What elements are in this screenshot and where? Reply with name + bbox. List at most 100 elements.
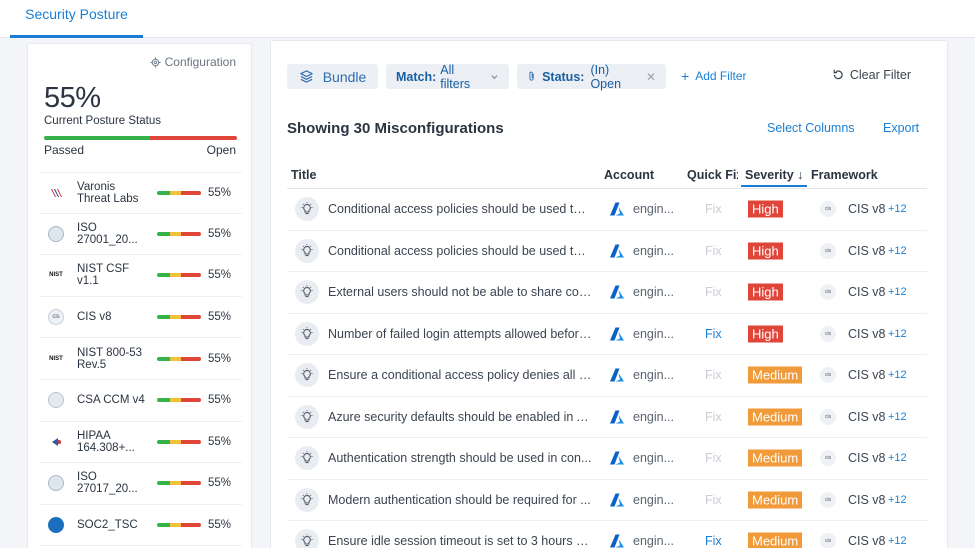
select-columns-link[interactable]: Select Columns — [767, 121, 855, 135]
more-frameworks-link[interactable]: +12 — [888, 245, 907, 257]
posture-summary-panel: Configuration 55% Current Posture Status… — [27, 43, 252, 548]
cis-logo-icon: cis — [820, 201, 836, 218]
reset-icon — [833, 69, 843, 80]
more-frameworks-link[interactable]: +12 — [888, 328, 907, 340]
nist-logo-icon: NIST — [48, 267, 64, 284]
add-filter-button[interactable]: + Add Filter — [681, 68, 747, 84]
severity-badge: Medium — [748, 449, 803, 467]
results-heading: Showing 30 Misconfigurations — [287, 120, 504, 137]
misconfiguration-title[interactable]: Number of failed login attempts allowed … — [328, 327, 592, 341]
framework-name: NIST CSF v1.1 — [77, 263, 130, 288]
framework-name: CIS v8 — [848, 326, 886, 341]
top-tab-bar: Security Posture — [0, 0, 975, 38]
column-quick-fix[interactable]: Quick Fix — [687, 168, 738, 182]
misconfiguration-title[interactable]: External users should not be able to sha… — [328, 285, 592, 299]
table-row[interactable]: Ensure a conditional access policy denie… — [287, 355, 927, 397]
more-frameworks-link[interactable]: +12 — [888, 494, 907, 506]
tab-security-posture[interactable]: Security Posture — [10, 0, 143, 38]
lightbulb-icon — [295, 404, 319, 429]
misconfiguration-title[interactable]: Conditional access policies should be us… — [328, 244, 592, 258]
hipaa-logo-icon — [48, 433, 64, 450]
clear-filter-button[interactable]: Clear Filter — [832, 68, 911, 82]
match-value: All filters — [440, 62, 471, 91]
quick-fix-button: Fix — [705, 368, 722, 383]
cis-logo-icon: cis — [48, 309, 64, 326]
framework-row[interactable]: cis CIS v8 55% — [39, 297, 242, 339]
bundle-label: Bundle — [322, 68, 367, 85]
iso-logo-icon — [48, 475, 64, 492]
column-account[interactable]: Account — [604, 168, 654, 182]
framework-pct: 55% — [208, 435, 232, 448]
framework-row[interactable]: NIST NIST 800-53 Rev.5 55% — [39, 338, 242, 380]
column-title[interactable]: Title — [291, 168, 316, 182]
framework-row[interactable]: ISO 27001_20... 55% — [39, 214, 242, 256]
framework-bar — [157, 523, 201, 528]
cis-logo-icon: cis — [820, 408, 836, 425]
framework-row[interactable]: Varonis Threat Labs 55% — [39, 172, 242, 214]
framework-name: Varonis Threat Labs — [77, 180, 139, 205]
framework-pct: 55% — [208, 227, 232, 240]
table-row[interactable]: Number of failed login attempts allowed … — [287, 314, 927, 355]
table-row[interactable]: Ensure idle session timeout is set to 3 … — [287, 521, 927, 548]
framework-row[interactable]: CSA CCM v4 55% — [39, 380, 242, 422]
misconfiguration-title[interactable]: Modern authentication should be required… — [328, 493, 592, 507]
framework-row[interactable]: NIST NIST CSF v1.1 55% — [39, 255, 242, 297]
column-severity[interactable]: Severity ↓ — [741, 168, 808, 187]
account-name: engin... — [633, 451, 675, 466]
framework-pct: 55% — [208, 311, 232, 324]
table-row[interactable]: Azure security defaults should be enable… — [287, 397, 927, 438]
framework-name: CIS v8 — [848, 202, 886, 217]
azure-icon — [609, 367, 625, 383]
account-name: engin... — [633, 285, 675, 300]
table-row[interactable]: Modern authentication should be required… — [287, 480, 927, 521]
table-row[interactable]: External users should not be able to sha… — [287, 272, 927, 314]
misconfiguration-title[interactable]: Conditional access policies should be us… — [328, 202, 592, 216]
column-framework[interactable]: Framework — [811, 168, 878, 182]
lightbulb-icon — [295, 446, 319, 471]
table-row[interactable]: Conditional access policies should be us… — [287, 189, 927, 231]
framework-name: ISO 27017_20... — [77, 471, 138, 496]
layers-icon — [299, 70, 313, 83]
bundle-button[interactable]: Bundle — [287, 64, 378, 89]
azure-icon — [609, 201, 625, 217]
quick-fix-button[interactable]: Fix — [705, 534, 722, 548]
lightbulb-icon — [295, 529, 319, 548]
more-frameworks-link[interactable]: +12 — [888, 452, 907, 464]
framework-bar — [157, 190, 201, 195]
sort-down-icon: ↓ — [793, 168, 804, 182]
severity-badge: Medium — [748, 532, 803, 548]
misconfiguration-title[interactable]: Azure security defaults should be enable… — [328, 410, 592, 424]
more-frameworks-link[interactable]: +12 — [888, 535, 907, 547]
severity-badge: High — [748, 200, 783, 218]
framework-row[interactable]: HIPAA 164.308+... 55% — [39, 422, 242, 464]
more-frameworks-link[interactable]: +12 — [888, 411, 907, 423]
export-link[interactable]: Export — [883, 121, 919, 135]
severity-label: Severity — [745, 168, 794, 182]
misconfigurations-panel: Bundle Match: All filters Status: (In) O… — [270, 40, 948, 548]
clear-filter-label: Clear Filter — [849, 68, 911, 82]
nist-logo-icon: NIST — [48, 350, 64, 367]
status-filter-chip[interactable]: Status: (In) Open ✕ — [517, 63, 666, 91]
framework-pct: 55% — [208, 519, 232, 532]
quick-fix-button[interactable]: Fix — [705, 327, 722, 341]
misconfiguration-title[interactable]: Ensure idle session timeout is set to 3 … — [328, 534, 592, 548]
framework-name: CIS v8 — [848, 534, 886, 548]
table-row[interactable]: Authentication strength should be used i… — [287, 438, 927, 480]
more-frameworks-link[interactable]: +12 — [888, 203, 907, 215]
framework-row[interactable]: SOC2_TSC 55% — [39, 505, 242, 547]
account-name: engin... — [633, 202, 675, 217]
match-filter-dropdown[interactable]: Match: All filters — [386, 62, 509, 91]
more-frameworks-link[interactable]: +12 — [888, 369, 907, 381]
framework-bar — [157, 356, 201, 361]
configuration-link[interactable]: Configuration — [150, 55, 236, 69]
framework-row[interactable]: ISO 27017_20... 55% — [39, 463, 242, 505]
more-frameworks-link[interactable]: +12 — [888, 286, 907, 298]
cis-logo-icon: cis — [820, 533, 836, 548]
quick-fix-button: Fix — [705, 243, 722, 258]
misconfiguration-title[interactable]: Authentication strength should be used i… — [328, 451, 592, 465]
table-row[interactable]: Conditional access policies should be us… — [287, 231, 927, 272]
lightbulb-icon — [295, 197, 319, 222]
misconfiguration-title[interactable]: Ensure a conditional access policy denie… — [328, 368, 592, 382]
cis-logo-icon: cis — [820, 367, 836, 384]
close-icon[interactable]: ✕ — [646, 70, 656, 84]
